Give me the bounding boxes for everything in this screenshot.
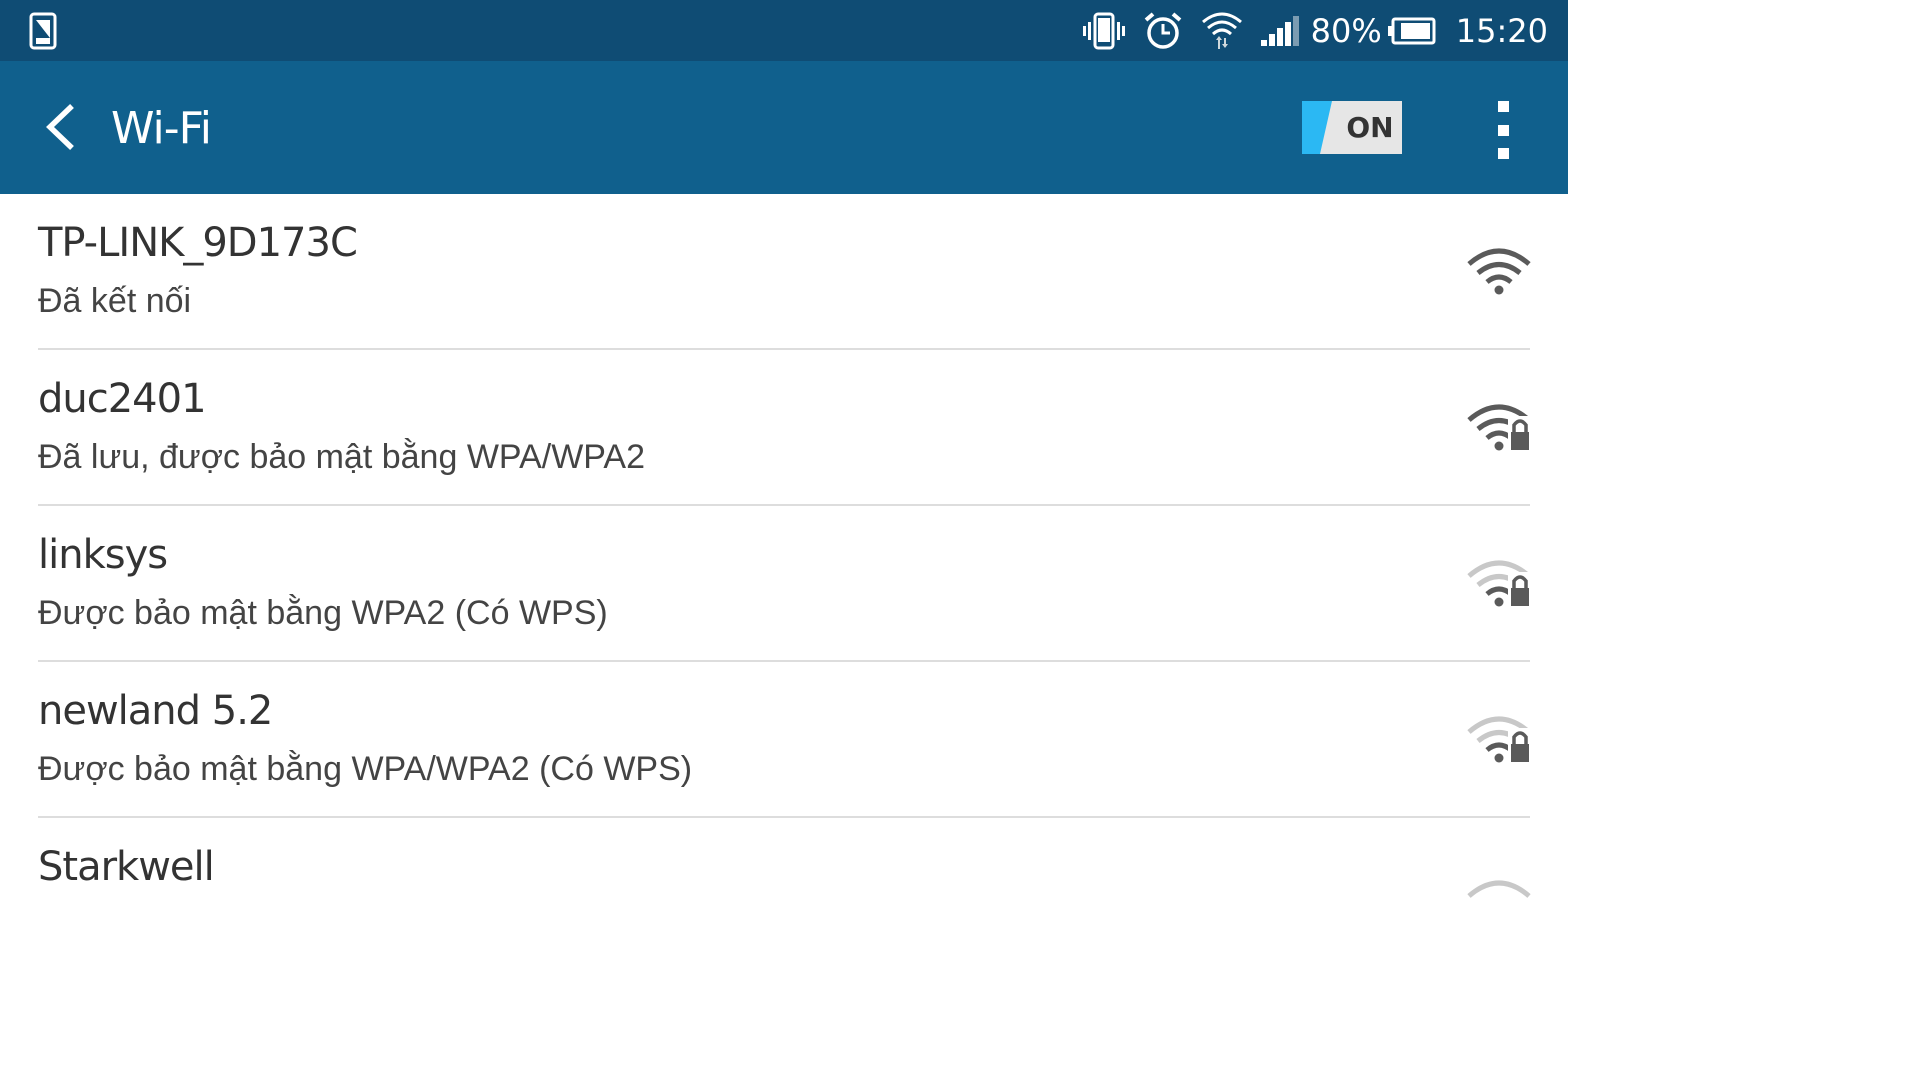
cell-signal-icon [1260, 14, 1301, 48]
network-name: duc2401 [38, 376, 207, 422]
alarm-icon [1143, 11, 1183, 51]
toggle-accent [1302, 101, 1332, 154]
network-row[interactable]: TP-LINK_9D173C Đã kết nối [0, 194, 1568, 350]
network-row[interactable]: Starkwell [0, 818, 1568, 974]
battery-percentage: 80% [1310, 11, 1382, 50]
wifi-data-icon [1201, 10, 1243, 52]
wifi-locked-icon [1467, 716, 1532, 766]
wifi-locked-icon [1467, 560, 1532, 610]
network-name: newland 5.2 [38, 688, 273, 734]
status-bar: 80% 15:20 [0, 0, 1568, 61]
network-status: Được bảo mật bằng WPA2 (Có WPS) [38, 594, 608, 632]
network-name: TP-LINK_9D173C [38, 220, 358, 266]
page-title: Wi-Fi [111, 103, 212, 154]
wifi-toggle[interactable]: ON [1302, 101, 1402, 154]
status-icons: 80% 15:20 [1065, 0, 1548, 61]
app-bar: Wi-Fi ON [0, 61, 1568, 194]
network-row[interactable]: duc2401 Đã lưu, được bảo mật bằng WPA/WP… [0, 350, 1568, 506]
wifi-locked-icon [1467, 404, 1532, 454]
network-name: Starkwell [38, 844, 215, 890]
network-row[interactable]: linksys Được bảo mật bằng WPA2 (Có WPS) [0, 506, 1568, 662]
more-vert-icon-dot [1497, 124, 1509, 136]
network-row[interactable]: newland 5.2 Được bảo mật bằng WPA/WPA2 (… [0, 662, 1568, 818]
screenshot-icon [29, 12, 57, 50]
wifi-icon [1467, 880, 1531, 898]
back-button[interactable] [30, 91, 90, 163]
network-status: Được bảo mật bằng WPA/WPA2 (Có WPS) [38, 750, 693, 788]
clock: 15:20 [1455, 11, 1548, 50]
back-arrow-icon [46, 104, 74, 150]
network-name: linksys [38, 532, 168, 578]
toggle-label: ON [1346, 111, 1394, 144]
network-list: TP-LINK_9D173C Đã kết nối duc2401 Đã lưu… [0, 194, 1568, 974]
battery-icon [1387, 17, 1436, 45]
network-status: Đã lưu, được bảo mật bằng WPA/WPA2 [38, 438, 646, 476]
network-status: Đã kết nối [38, 282, 192, 320]
more-vert-icon-dot [1497, 148, 1509, 159]
vibrate-icon [1082, 11, 1125, 51]
more-vert-icon-dot [1497, 101, 1509, 112]
wifi-icon [1467, 248, 1531, 295]
more-options-button[interactable] [1488, 101, 1518, 159]
